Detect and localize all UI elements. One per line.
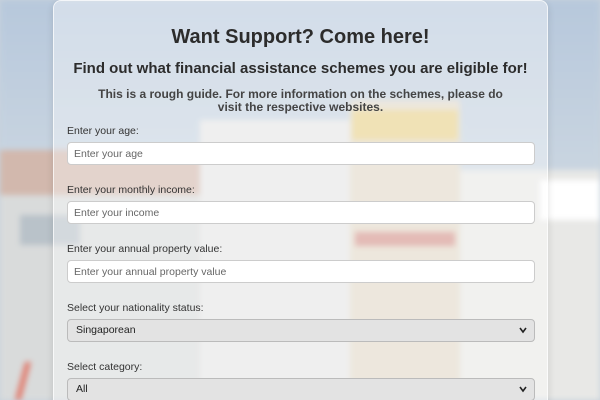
chevron-down-icon: [518, 320, 528, 349]
nationality-selected-value: Singaporean: [76, 324, 136, 336]
chevron-down-icon: [518, 379, 528, 400]
nationality-select[interactable]: Singaporean: [67, 319, 535, 342]
age-input[interactable]: [67, 142, 535, 165]
category-select[interactable]: All: [67, 378, 535, 400]
age-label: Enter your age:: [67, 125, 139, 137]
property-label: Enter your annual property value:: [67, 243, 223, 255]
income-input[interactable]: [67, 201, 535, 224]
property-value-input[interactable]: [67, 260, 535, 283]
category-selected-value: All: [76, 383, 88, 395]
page-title: Want Support? Come here!: [171, 26, 430, 48]
guide-note: This is a rough guide. For more informat…: [98, 87, 503, 114]
nationality-label: Select your nationality status:: [67, 302, 204, 314]
category-label: Select category:: [67, 361, 143, 373]
page-subtitle: Find out what financial assistance schem…: [73, 60, 528, 77]
income-label: Enter your monthly income:: [67, 184, 195, 196]
eligibility-form-card: Want Support? Come here! Find out what f…: [53, 0, 548, 400]
